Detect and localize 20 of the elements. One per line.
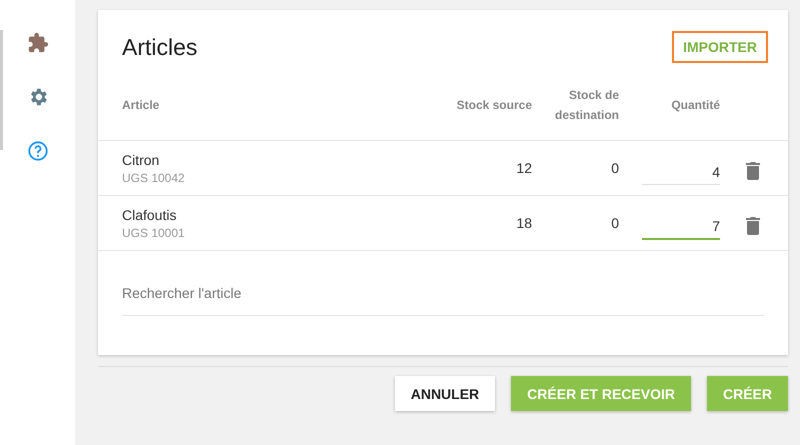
column-header: Stock source <box>456 97 532 114</box>
destination-stock: 0 <box>610 160 619 176</box>
cancel-button[interactable]: ANNULER <box>394 376 496 411</box>
quantity-field[interactable]: 4 <box>642 160 720 184</box>
column-header: Quantité <box>671 97 720 114</box>
card-title: Articles <box>122 34 198 60</box>
article-sku: UGS 10042 <box>122 170 186 184</box>
delete-icon[interactable] <box>746 162 760 180</box>
column-header: Stock de destination <box>554 87 619 124</box>
quantity-field[interactable]: 7 <box>642 214 720 240</box>
source-stock: 12 <box>515 160 532 176</box>
article-name: Citron <box>122 152 160 168</box>
puzzle-icon[interactable] <box>26 32 48 54</box>
article-sku: UGS 10001 <box>122 226 186 240</box>
destination-stock: 0 <box>610 215 619 231</box>
article-name: Clafoutis <box>122 206 178 222</box>
column-header: Article <box>122 97 160 114</box>
delete-icon[interactable] <box>746 217 760 235</box>
help-icon[interactable] <box>26 140 48 162</box>
source-stock: 18 <box>515 215 532 231</box>
